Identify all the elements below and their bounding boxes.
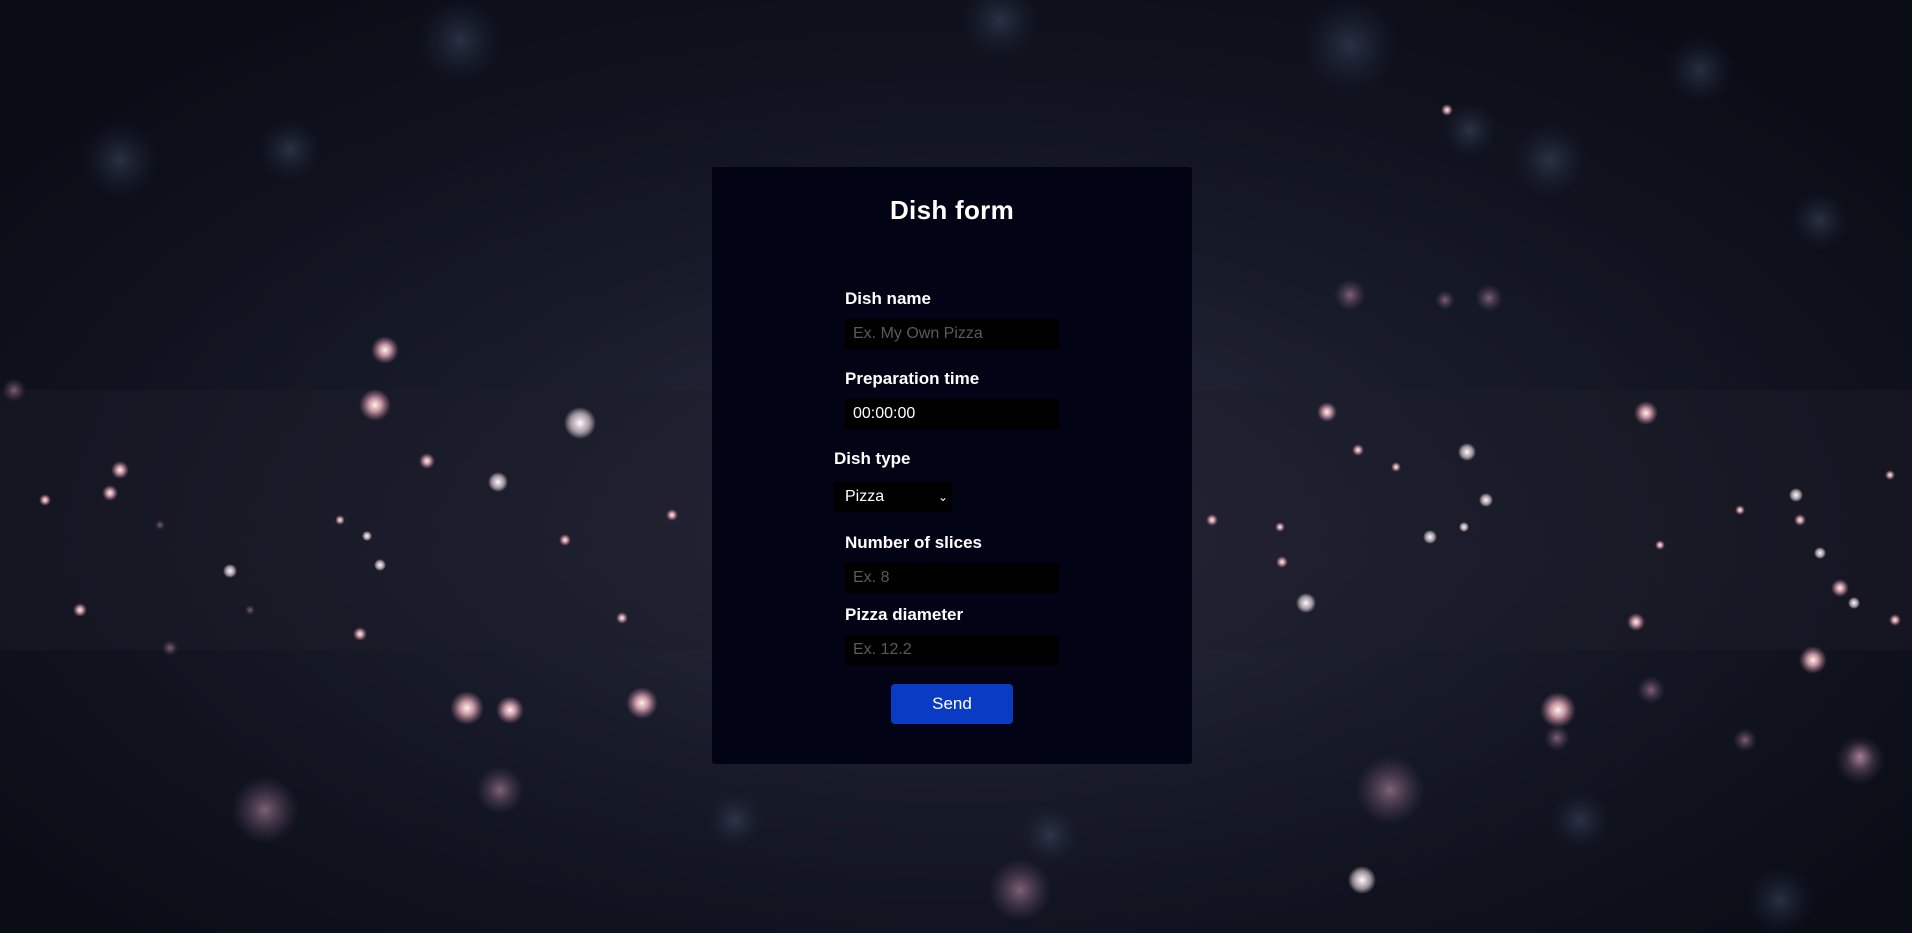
- slices-label: Number of slices: [845, 533, 982, 552]
- form-title: Dish form: [889, 195, 1015, 225]
- slices-input[interactable]: [845, 563, 1059, 593]
- send-button[interactable]: Send: [891, 684, 1013, 724]
- dish-name-label: Dish name: [845, 289, 931, 308]
- preparation-time-label: Preparation time: [845, 369, 980, 388]
- dish-name-input[interactable]: [845, 319, 1059, 349]
- diameter-input[interactable]: [845, 635, 1059, 665]
- preparation-time-input[interactable]: [845, 399, 1059, 429]
- dish-type-select[interactable]: Pizza ⌄: [834, 482, 952, 512]
- dish-type-selected: Pizza: [845, 488, 885, 505]
- dish-type-label: Dish type: [834, 449, 911, 468]
- chevron-down-icon: ⌄: [937, 490, 948, 504]
- diameter-label: Pizza diameter: [845, 605, 964, 624]
- dish-form-card: Dish form Dish name Preparation time Dis…: [712, 167, 1192, 764]
